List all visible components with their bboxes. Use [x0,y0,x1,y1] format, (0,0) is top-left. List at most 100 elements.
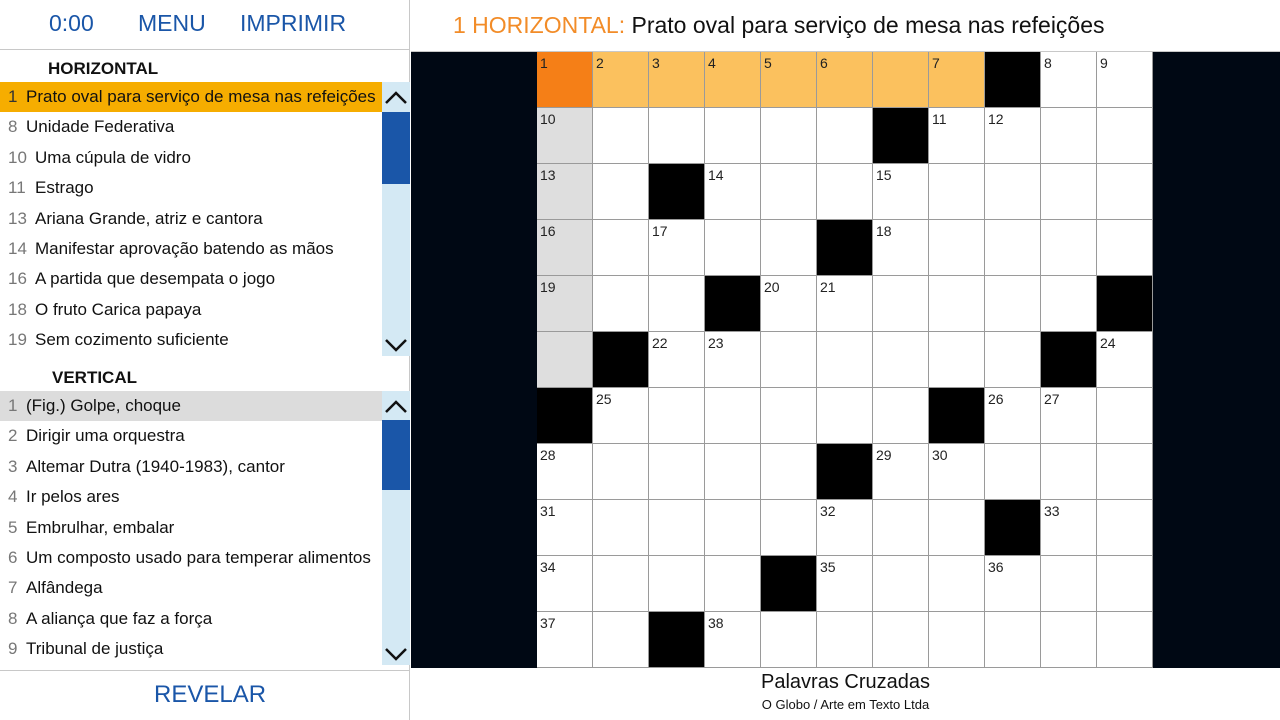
grid-cell[interactable]: 35 [817,556,873,612]
grid-cell[interactable]: 2 [593,52,649,108]
vertical-clue-4[interactable]: 4 Ir pelos ares [0,482,382,512]
grid-cell[interactable] [985,444,1041,500]
grid-cell[interactable] [1041,444,1097,500]
chevron-up-icon[interactable] [382,391,410,421]
grid-cell[interactable] [929,220,985,276]
grid-cell[interactable] [817,388,873,444]
reveal-button[interactable]: REVELAR [154,681,266,709]
grid-cell[interactable] [705,500,761,556]
horizontal-clue-11[interactable]: 11 Estrago [0,173,382,203]
grid-cell[interactable] [649,108,705,164]
grid-cell[interactable]: 38 [705,612,761,668]
grid-cell[interactable]: 26 [985,388,1041,444]
grid-cell[interactable] [817,332,873,388]
grid-cell[interactable]: 37 [537,612,593,668]
grid-cell[interactable]: 25 [593,388,649,444]
horizontal-clue-1[interactable]: 1 Prato oval para serviço de mesa nas ref… [0,82,382,113]
grid-cell[interactable]: 10 [537,108,593,164]
grid-cell[interactable] [593,220,649,276]
grid-cell[interactable] [1097,500,1153,556]
grid-cell[interactable] [1041,556,1097,612]
grid-cell[interactable] [593,444,649,500]
grid-cell[interactable]: 18 [873,220,929,276]
vertical-clue-9[interactable]: 9 Tribunal de justiça [0,634,382,664]
grid-cell[interactable]: 30 [929,444,985,500]
grid-cell[interactable] [761,220,817,276]
grid-cell[interactable] [1041,220,1097,276]
grid-cell[interactable] [985,276,1041,332]
grid-cell[interactable]: 17 [649,220,705,276]
grid-cell[interactable] [593,276,649,332]
grid-cell[interactable] [593,612,649,668]
grid-cell[interactable] [761,108,817,164]
horizontal-clue-10[interactable]: 10 Uma cúpula de vidro [0,143,382,173]
grid-cell[interactable] [873,276,929,332]
print-button[interactable]: IMPRIMIR [240,10,346,37]
grid-cell[interactable]: 16 [537,220,593,276]
grid-cell[interactable] [929,500,985,556]
grid-cell[interactable]: 9 [1097,52,1153,108]
horizontal-scroll-thumb[interactable] [382,112,410,184]
grid-cell[interactable] [817,108,873,164]
grid-cell[interactable] [1097,164,1153,220]
grid-cell[interactable] [537,332,593,388]
grid-cell[interactable] [873,500,929,556]
grid-cell[interactable]: 27 [1041,388,1097,444]
horizontal-clue-14[interactable]: 14 Manifestar aprovação batendo as mãos [0,234,382,264]
grid-cell[interactable]: 29 [873,444,929,500]
chevron-down-icon[interactable] [382,330,410,360]
grid-cell[interactable]: 12 [985,108,1041,164]
grid-cell[interactable] [761,164,817,220]
grid-cell[interactable] [1097,220,1153,276]
grid-cell[interactable] [649,500,705,556]
grid-cell[interactable] [705,220,761,276]
grid-cell[interactable]: 20 [761,276,817,332]
grid-cell[interactable] [705,388,761,444]
horizontal-clue-16[interactable]: 16 A partida que desempata o jogo [0,264,382,294]
grid-cell[interactable] [649,444,705,500]
grid-cell[interactable] [985,220,1041,276]
grid-cell[interactable]: 34 [537,556,593,612]
grid-cell[interactable]: 28 [537,444,593,500]
grid-cell[interactable] [1041,612,1097,668]
horizontal-clue-19[interactable]: 19 Sem cozimento suficiente [0,325,382,355]
grid-cell[interactable]: 19 [537,276,593,332]
grid-cell[interactable]: 32 [817,500,873,556]
menu-button[interactable]: MENU [138,10,206,37]
horizontal-clue-18[interactable]: 18 O fruto Carica papaya [0,295,382,325]
vertical-scrollbar[interactable] [382,391,410,665]
grid-cell[interactable] [929,276,985,332]
grid-cell[interactable]: 11 [929,108,985,164]
grid-cell[interactable]: 36 [985,556,1041,612]
grid-cell[interactable] [1097,108,1153,164]
grid-cell[interactable] [873,556,929,612]
grid-cell[interactable] [985,332,1041,388]
chevron-up-icon[interactable] [382,82,410,112]
grid-cell[interactable] [929,556,985,612]
grid-cell[interactable] [929,332,985,388]
grid-cell[interactable] [761,500,817,556]
grid-cell[interactable] [761,444,817,500]
grid-cell[interactable]: 33 [1041,500,1097,556]
grid-cell[interactable] [985,164,1041,220]
grid-cell[interactable] [1041,276,1097,332]
grid-cell[interactable] [1097,444,1153,500]
grid-cell[interactable] [817,164,873,220]
grid-cell[interactable] [761,612,817,668]
grid-cell[interactable] [929,612,985,668]
grid-cell[interactable] [1041,164,1097,220]
horizontal-clue-8[interactable]: 8 Unidade Federativa [0,112,382,142]
grid-cell[interactable] [929,164,985,220]
grid-cell[interactable] [873,612,929,668]
grid-cell[interactable] [1097,388,1153,444]
grid-cell[interactable] [873,388,929,444]
grid-cell[interactable] [649,388,705,444]
grid-cell[interactable] [593,108,649,164]
vertical-clue-5[interactable]: 5 Embrulhar, embalar [0,513,382,543]
grid-cell[interactable] [985,612,1041,668]
grid-cell[interactable] [817,612,873,668]
grid-cell[interactable] [649,556,705,612]
vertical-clue-2[interactable]: 2 Dirigir uma orquestra [0,421,382,451]
vertical-scroll-thumb[interactable] [382,420,410,490]
grid-cell[interactable]: 13 [537,164,593,220]
